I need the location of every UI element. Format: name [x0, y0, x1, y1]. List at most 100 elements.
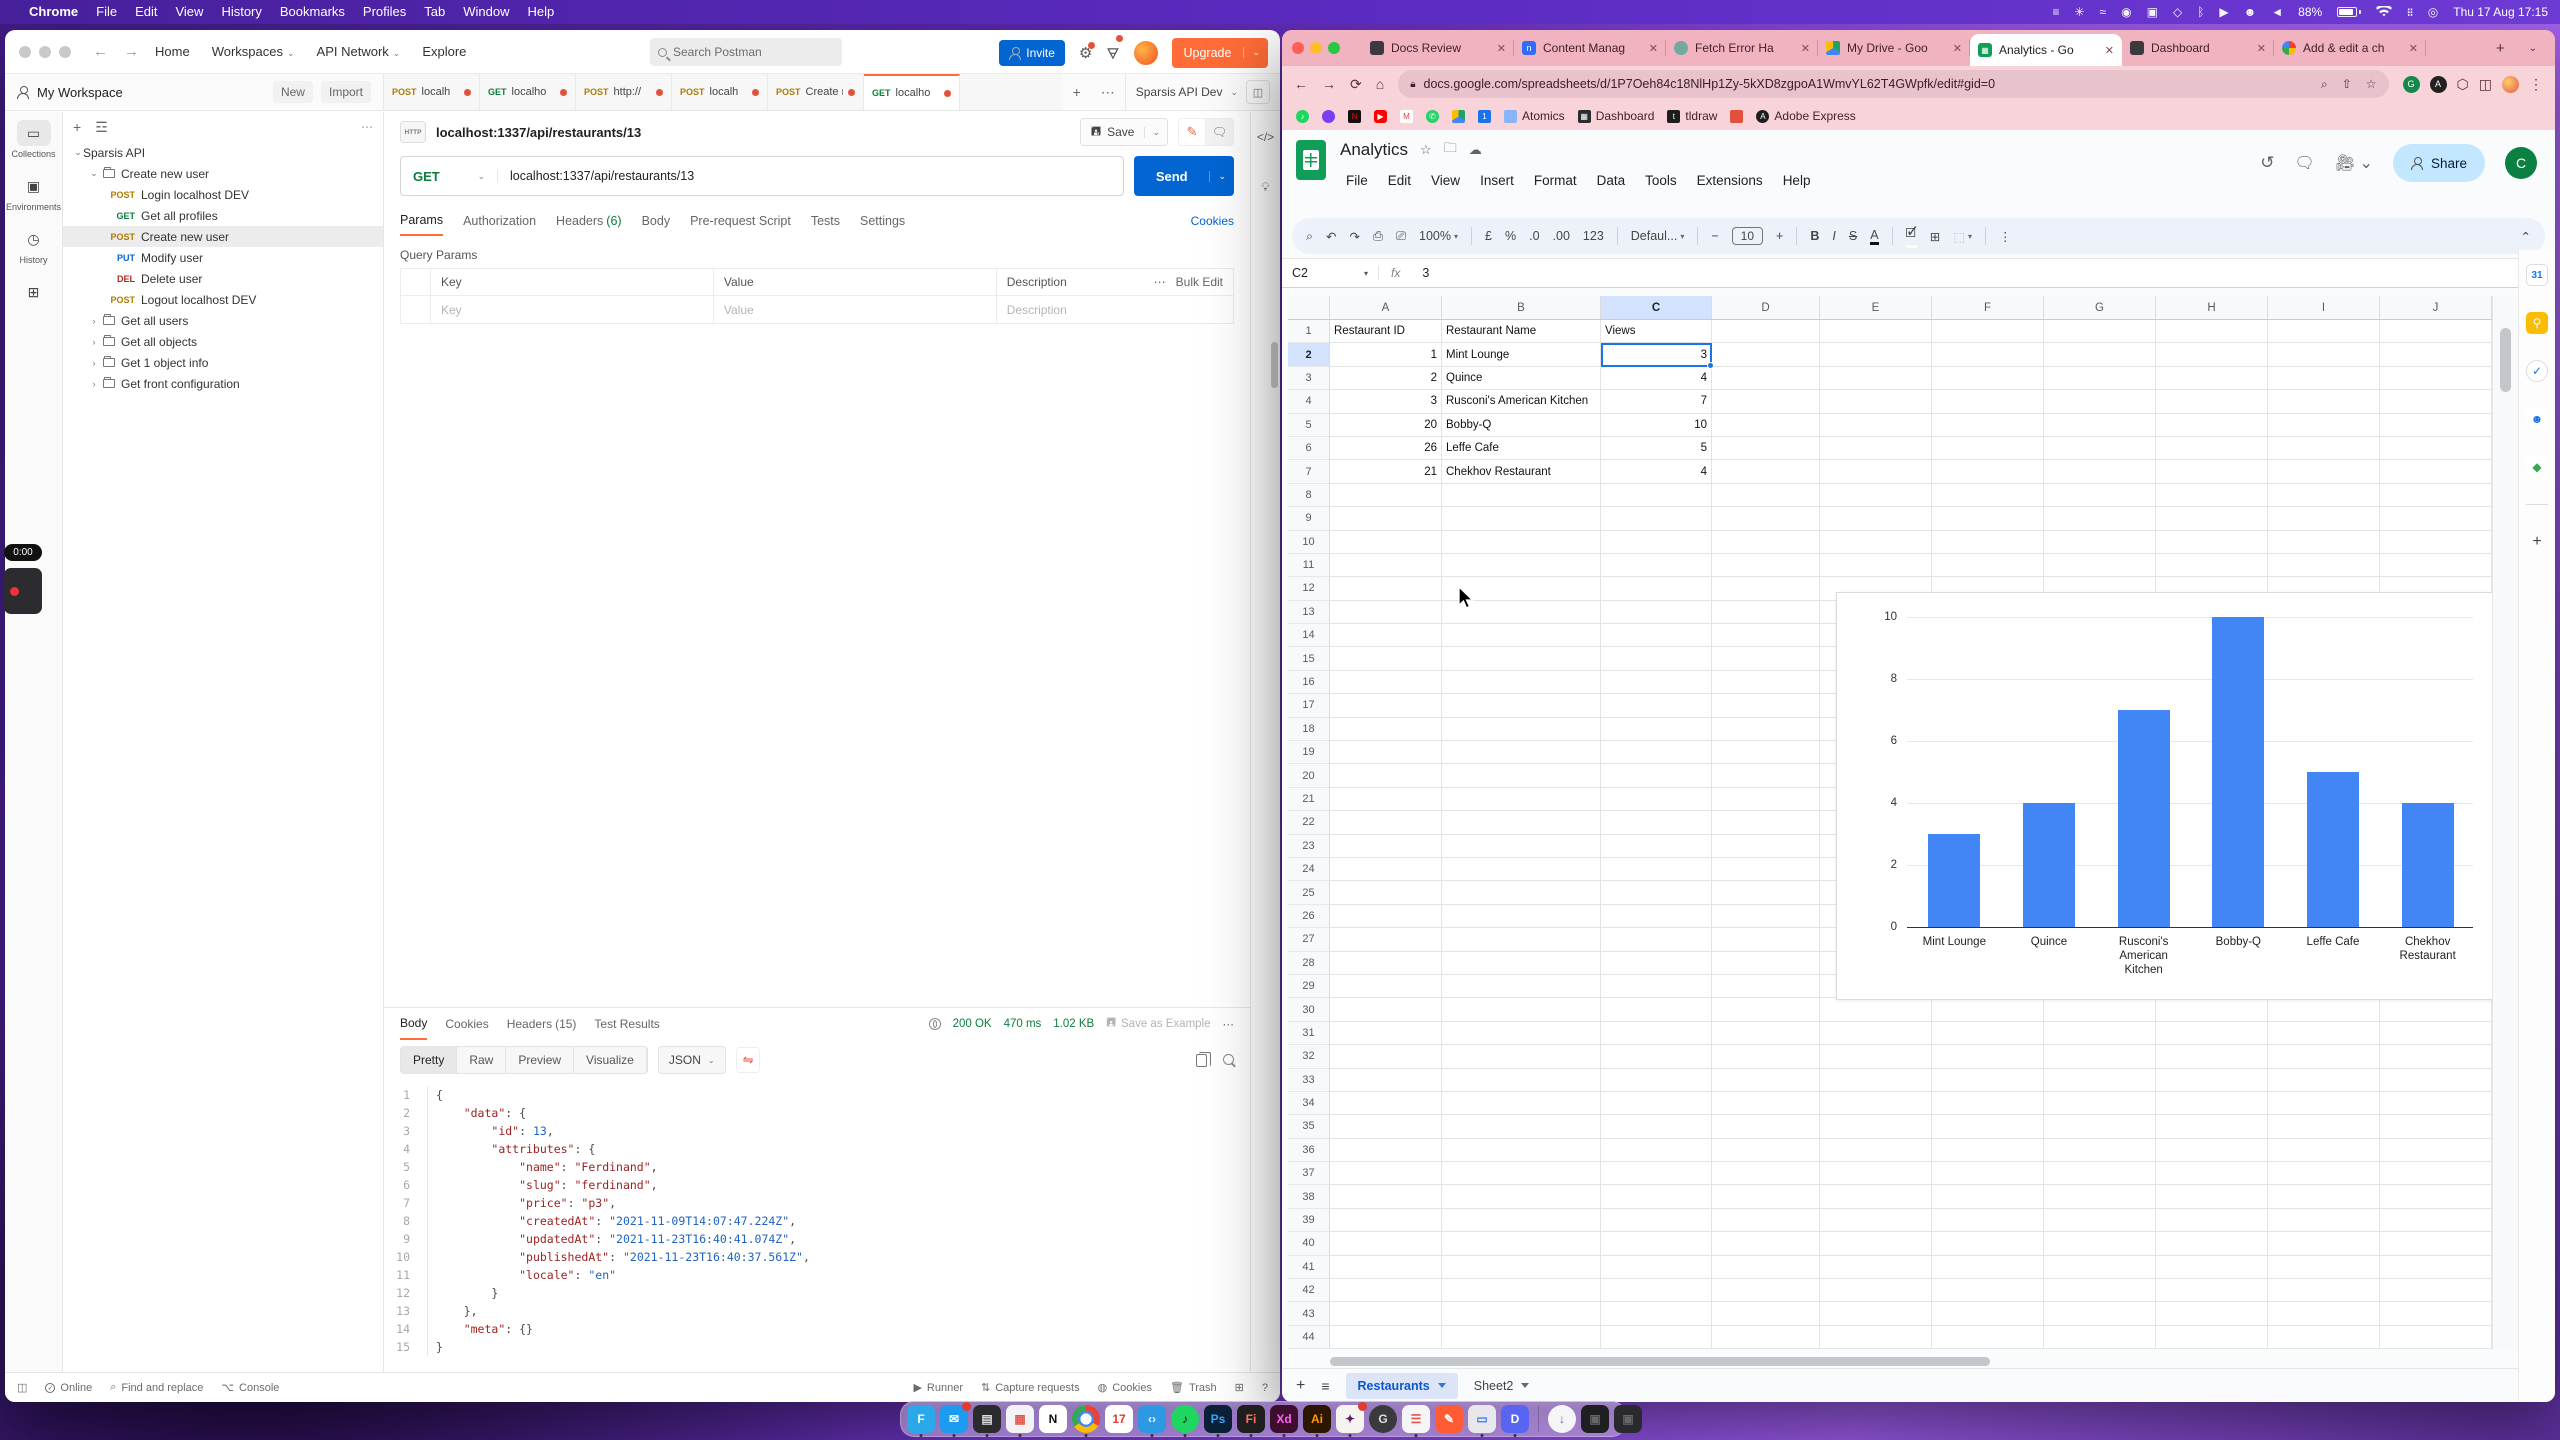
cell-E39[interactable] [1820, 1209, 1932, 1232]
cell-A17[interactable] [1330, 694, 1442, 717]
cell-C10[interactable] [1601, 531, 1712, 554]
cell-I35[interactable] [2268, 1115, 2380, 1138]
menu-tools[interactable]: Tools [1637, 170, 1685, 191]
response-tab-cookies[interactable]: Cookies [445, 1008, 488, 1040]
bookmark-purple[interactable] [1322, 110, 1335, 123]
row-header-43[interactable]: 43 [1288, 1302, 1330, 1325]
request-tab[interactable]: POSThttp:// [576, 74, 672, 110]
cell-C41[interactable] [1601, 1256, 1712, 1279]
cell-B20[interactable] [1442, 764, 1601, 787]
menu-format[interactable]: Format [1526, 170, 1585, 191]
cell-I2[interactable] [2268, 343, 2380, 366]
menubar-item-view[interactable]: View [166, 0, 212, 24]
close-tab-icon[interactable]: ✕ [1801, 42, 1810, 55]
cell-H42[interactable] [2156, 1279, 2268, 1302]
cell-C43[interactable] [1601, 1302, 1712, 1325]
bookmark-drive[interactable] [1452, 110, 1465, 123]
comments-icon[interactable]: 🗨 [2294, 153, 2314, 173]
cell-C16[interactable] [1601, 671, 1712, 694]
cell-I34[interactable] [2268, 1092, 2380, 1115]
cell-F37[interactable] [1932, 1162, 2044, 1185]
url-input[interactable]: localhost:1337/api/restaurants/13 [497, 169, 1123, 183]
collection-root[interactable]: ⌄Sparsis API [63, 142, 383, 163]
zoom-page-icon[interactable]: ⌕ [2321, 77, 2328, 92]
cell-A35[interactable] [1330, 1115, 1442, 1138]
dock-vscode-icon[interactable]: ‹› [1138, 1405, 1166, 1433]
menu-view[interactable]: View [1423, 170, 1468, 191]
cell-F11[interactable] [1932, 554, 2044, 577]
menubar-item-file[interactable]: File [87, 0, 126, 24]
cell-A36[interactable] [1330, 1139, 1442, 1162]
cell-A14[interactable] [1330, 624, 1442, 647]
row-header-40[interactable]: 40 [1288, 1232, 1330, 1255]
bookmark-youtube[interactable]: ▶ [1374, 110, 1387, 123]
back-icon[interactable]: ← [93, 43, 108, 60]
cell-A15[interactable] [1330, 647, 1442, 670]
address-bar[interactable]: 🔒︎ docs.google.com/spreadsheets/d/1P7Oeh… [1398, 70, 2388, 98]
cell-A4[interactable]: 3 [1330, 390, 1442, 413]
column-header-F[interactable]: F [1932, 296, 2044, 319]
cell-H30[interactable] [2156, 998, 2268, 1021]
cell-D7[interactable] [1712, 460, 1820, 483]
cell-E10[interactable] [1820, 531, 1932, 554]
star-icon[interactable]: ☆ [1420, 142, 1432, 158]
cell-G1[interactable] [2044, 320, 2156, 343]
dock-spotify-icon[interactable]: ♪ [1171, 1405, 1199, 1433]
nav-api-network[interactable]: API Network⌄ [317, 44, 401, 59]
row-header-4[interactable]: 4 [1288, 390, 1330, 413]
row-header-28[interactable]: 28 [1288, 952, 1330, 975]
cell-A32[interactable] [1330, 1045, 1442, 1068]
cell-D30[interactable] [1712, 998, 1820, 1021]
cell-J9[interactable] [2380, 507, 2492, 530]
cell-B14[interactable] [1442, 624, 1601, 647]
cell-B7[interactable]: Chekhov Restaurant [1442, 460, 1601, 483]
column-header-C[interactable]: C [1601, 296, 1712, 319]
all-sheets-button[interactable]: ≡ [1321, 1378, 1329, 1394]
column-header-E[interactable]: E [1820, 296, 1932, 319]
cell-E8[interactable] [1820, 484, 1932, 507]
import-button[interactable]: Import [321, 81, 371, 103]
vertical-scrollbar[interactable] [2492, 296, 2518, 1350]
cell-F1[interactable] [1932, 320, 2044, 343]
cell-B15[interactable] [1442, 647, 1601, 670]
cell-H38[interactable] [2156, 1185, 2268, 1208]
merge-cells-button[interactable]: ⬚▾ [1953, 229, 1972, 244]
cell-J42[interactable] [2380, 1279, 2492, 1302]
row-header-21[interactable]: 21 [1288, 788, 1330, 811]
extensions-puzzle-icon[interactable]: ⬡ [2457, 76, 2469, 93]
status-icon-4[interactable]: ▣ [2147, 5, 2158, 19]
cell-G7[interactable] [2044, 460, 2156, 483]
dock-downloads-icon[interactable]: ↓ [1548, 1405, 1576, 1433]
horizontal-scrollbar[interactable] [1330, 1357, 1990, 1366]
cell-A23[interactable] [1330, 835, 1442, 858]
status-runner[interactable]: ▶Runner [913, 1381, 963, 1394]
wifi-icon[interactable] [2376, 6, 2392, 18]
cell-F8[interactable] [1932, 484, 2044, 507]
cell-A10[interactable] [1330, 531, 1442, 554]
cell-G38[interactable] [2044, 1185, 2156, 1208]
recording-timer[interactable]: 0:00 [4, 544, 42, 561]
cell-E33[interactable] [1820, 1069, 1932, 1092]
cell-H34[interactable] [2156, 1092, 2268, 1115]
bookmark-gmail[interactable]: M [1400, 110, 1413, 123]
cell-A16[interactable] [1330, 671, 1442, 694]
collapse-toolbar-icon[interactable]: ⌃ [2521, 229, 2531, 244]
status-console[interactable]: ⌥Console [221, 1381, 279, 1394]
cell-A29[interactable] [1330, 975, 1442, 998]
cell-B38[interactable] [1442, 1185, 1601, 1208]
cell-D40[interactable] [1712, 1232, 1820, 1255]
cell-J36[interactable] [2380, 1139, 2492, 1162]
cell-J40[interactable] [2380, 1232, 2492, 1255]
cell-D41[interactable] [1712, 1256, 1820, 1279]
bar-chekhov-restaurant[interactable] [2402, 803, 2454, 927]
comment-icon[interactable]: 🗨 [1206, 118, 1234, 146]
cell-B37[interactable] [1442, 1162, 1601, 1185]
cell-C11[interactable] [1601, 554, 1712, 577]
nav-workspaces[interactable]: Workspaces⌄ [212, 44, 295, 59]
close-tab-icon[interactable]: ✕ [1497, 42, 1506, 55]
cell-A2[interactable]: 1 [1330, 343, 1442, 366]
url-text[interactable]: docs.google.com/spreadsheets/d/1P7Oeh84c… [1424, 77, 1996, 91]
cell-D12[interactable] [1712, 577, 1820, 600]
response-format-select[interactable]: JSON⌄ [658, 1046, 726, 1074]
chevron-icon[interactable]: ⌄ [73, 147, 83, 158]
